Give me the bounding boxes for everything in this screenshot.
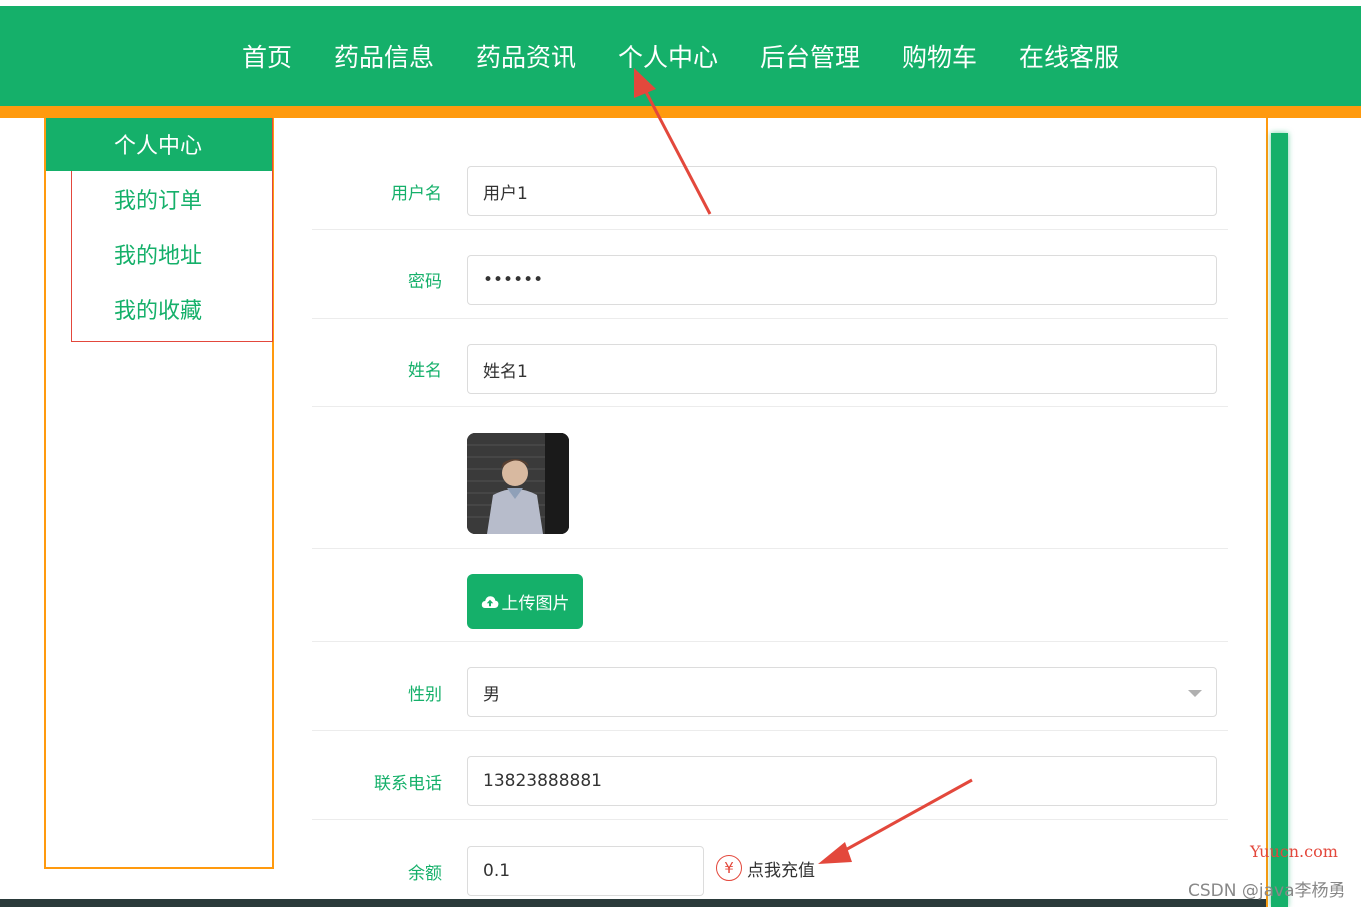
sidebar-item-my-orders[interactable]: 我的订单 [114,183,202,215]
nav-item-drug-news[interactable]: 药品资讯 [476,38,576,74]
nav-item-admin[interactable]: 后台管理 [760,38,860,74]
yen-icon: ¥ [716,855,742,881]
phone-label: 联系电话 [374,774,442,794]
recharge-label: 点我充值 [747,860,815,881]
password-value: •••••• [483,270,544,290]
right-decorative-bar [1271,133,1288,907]
form-row-avatar [312,407,1228,549]
nav-item-cart[interactable]: 购物车 [902,38,977,74]
nav-item-drug-info[interactable]: 药品信息 [334,38,434,74]
sidebar-item-my-addresses[interactable]: 我的地址 [114,238,202,270]
password-input[interactable]: •••••• [467,255,1217,305]
main-nav: 首页 药品信息 药品资讯 个人中心 后台管理 购物车 在线客服 [0,6,1361,106]
username-input[interactable]: 用户1 [467,166,1217,216]
nav-item-personal-center[interactable]: 个人中心 [618,38,718,74]
avatar-image [467,433,569,534]
form-row-balance: 余额 0.1 ¥ 点我充值 [312,820,1228,899]
recharge-link[interactable]: ¥ 点我充值 [716,855,815,881]
chevron-down-icon [1188,690,1202,697]
form-row-phone: 联系电话 13823888881 [312,731,1228,820]
name-value: 姓名1 [483,361,528,382]
balance-input[interactable]: 0.1 [467,846,704,896]
name-input[interactable]: 姓名1 [467,344,1217,394]
upload-image-label: 上传图片 [501,594,570,614]
cloud-upload-icon [481,595,498,608]
sidebar-item-my-favorites[interactable]: 我的收藏 [114,293,202,325]
nav-accent-strip [0,106,1361,118]
balance-value: 0.1 [483,861,511,881]
watermark-author: CSDN @java李杨勇 [1188,881,1346,901]
password-label: 密码 [408,272,442,292]
nav-item-online-service[interactable]: 在线客服 [1019,38,1119,74]
watermark-site: Yuucn.com [1250,842,1338,861]
nav-item-home[interactable]: 首页 [242,38,292,74]
form-row-gender: 性别 男 [312,642,1228,731]
form-row-upload: 上传图片 [312,549,1228,642]
phone-input[interactable]: 13823888881 [467,756,1217,806]
sidebar-item-personal-center[interactable]: 个人中心 [114,128,202,160]
gender-value: 男 [483,684,500,705]
content-right-border [1266,118,1268,907]
top-navigation-bar: 首页 药品信息 药品资讯 个人中心 后台管理 购物车 在线客服 [0,6,1361,106]
form-row-password: 密码 •••••• [312,230,1228,319]
phone-value: 13823888881 [483,771,602,791]
form-row-username: 用户名 用户1 [312,148,1228,230]
gender-label: 性别 [408,685,442,705]
balance-label: 余额 [408,864,442,884]
form-row-name: 姓名 姓名1 [312,319,1228,407]
username-value: 用户1 [483,183,528,204]
upload-image-button[interactable]: 上传图片 [467,574,583,629]
bottom-strip [0,899,1266,907]
gender-select[interactable]: 男 [467,667,1217,717]
username-label: 用户名 [391,184,442,204]
name-label: 姓名 [408,361,442,381]
